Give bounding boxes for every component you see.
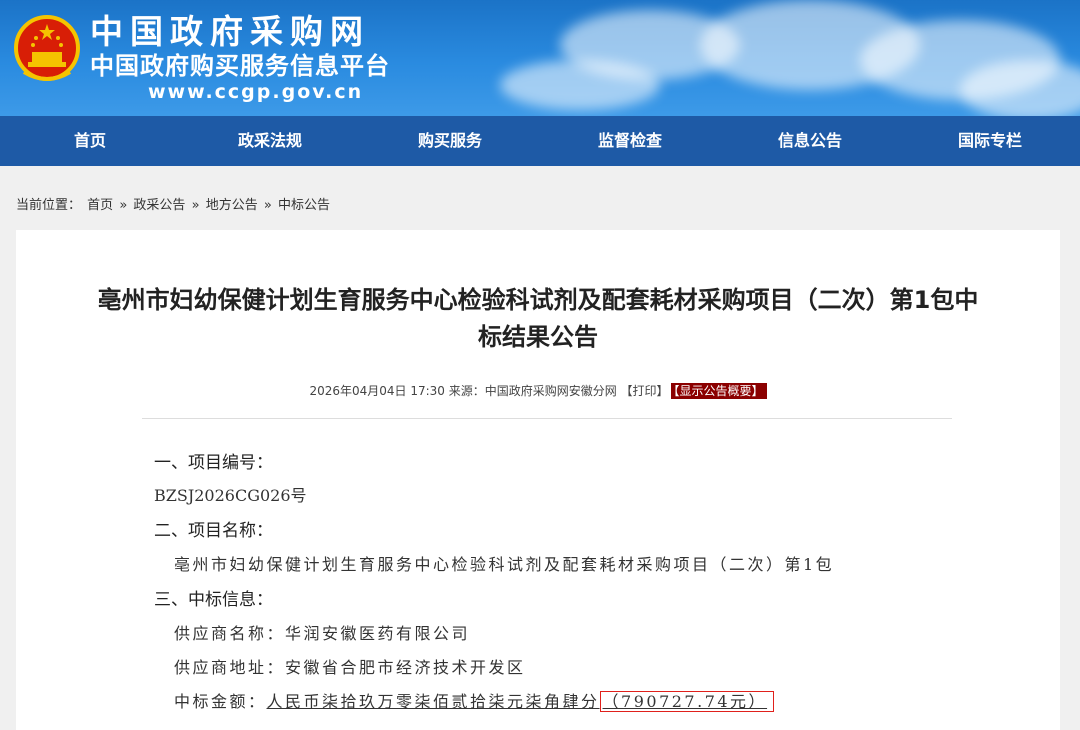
section-heading-project-name: 二、项目名称： [154, 521, 273, 541]
supplier-name-value: 华润安徽医药有限公司 [285, 624, 471, 643]
show-summary-button[interactable]: 【显示公告概要】 [670, 383, 767, 399]
breadcrumb: 当前位置： 首页 » 政采公告 » 地方公告 » 中标公告 [0, 166, 1080, 230]
award-amount-label: 中标金额： [174, 692, 267, 711]
supplier-name-label: 供应商名称： [174, 624, 286, 643]
nav-purchase-services[interactable]: 购买服务 [360, 116, 540, 166]
article-title: 亳州市妇幼保健计划生育服务中心检验科试剂及配套耗材采购项目（二次）第1包中 标结… [16, 282, 1060, 356]
site-title: 中国政府采购网 [90, 12, 370, 51]
breadcrumb-prefix: 当前位置： [16, 198, 82, 213]
breadcrumb-item-procurement[interactable]: 政采公告 [133, 198, 185, 213]
nav-supervision[interactable]: 监督检查 [540, 116, 720, 166]
article-meta: 2026年04月04日 17:30 来源：中国政府采购网安徽分网 【打印】 【显示… [16, 382, 1060, 399]
project-name: 亳州市妇幼保健计划生育服务中心检验科试剂及配套耗材采购项目（二次）第1包 [174, 555, 835, 574]
nav-regulations[interactable]: 政采法规 [180, 116, 360, 166]
supplier-address-row: 供应商地址：安徽省合肥市经济技术开发区 [174, 654, 526, 678]
breadcrumb-separator: » [263, 198, 272, 213]
divider [142, 418, 952, 419]
project-number: BZSJ2026CG026号 [154, 486, 307, 505]
breadcrumb-item-home[interactable]: 首页 [87, 198, 113, 213]
supplier-address-label: 供应商地址： [174, 658, 286, 677]
site-header: 中国政府采购网 中国政府购买服务信息平台 www.ccgp.gov.cn [0, 0, 1080, 116]
main-nav: 首页 政采法规 购买服务 监督检查 信息公告 国际专栏 [0, 116, 1080, 166]
section-heading-award-info: 三、中标信息： [154, 590, 273, 610]
site-url[interactable]: www.ccgp.gov.cn [148, 80, 363, 104]
award-amount-number: （790727.74元） [599, 691, 775, 712]
supplier-name-row: 供应商名称：华润安徽医药有限公司 [174, 620, 470, 644]
site-subtitle: 中国政府购买服务信息平台 [90, 52, 390, 80]
nav-announcements[interactable]: 信息公告 [720, 116, 900, 166]
national-emblem-icon [14, 15, 80, 81]
award-amount-row: 中标金额：人民币柒拾玖万零柒佰贰拾柒元柒角肆分 （790727.74元） [174, 688, 775, 712]
nav-international[interactable]: 国际专栏 [900, 116, 1080, 166]
article-meta-text: 2026年04月04日 17:30 来源：中国政府采购网安徽分网 【打印】 [309, 384, 669, 398]
article-panel: 亳州市妇幼保健计划生育服务中心检验科试剂及配套耗材采购项目（二次）第1包中 标结… [16, 230, 1060, 730]
article-title-line1: 亳州市妇幼保健计划生育服务中心检验科试剂及配套耗材采购项目（二次）第1包中 [97, 286, 979, 314]
supplier-address-value: 安徽省合肥市经济技术开发区 [285, 658, 526, 677]
award-amount-words: 人民币柒拾玖万零柒佰贰拾柒元柒角肆分 [266, 692, 600, 711]
nav-home[interactable]: 首页 [0, 116, 180, 166]
breadcrumb-separator: » [191, 198, 200, 213]
breadcrumb-item-award[interactable]: 中标公告 [278, 198, 330, 213]
breadcrumb-separator: » [119, 198, 128, 213]
section-heading-project-number: 一、项目编号： [154, 453, 273, 473]
breadcrumb-item-local[interactable]: 地方公告 [206, 198, 258, 213]
article-title-line2: 标结果公告 [478, 323, 598, 351]
